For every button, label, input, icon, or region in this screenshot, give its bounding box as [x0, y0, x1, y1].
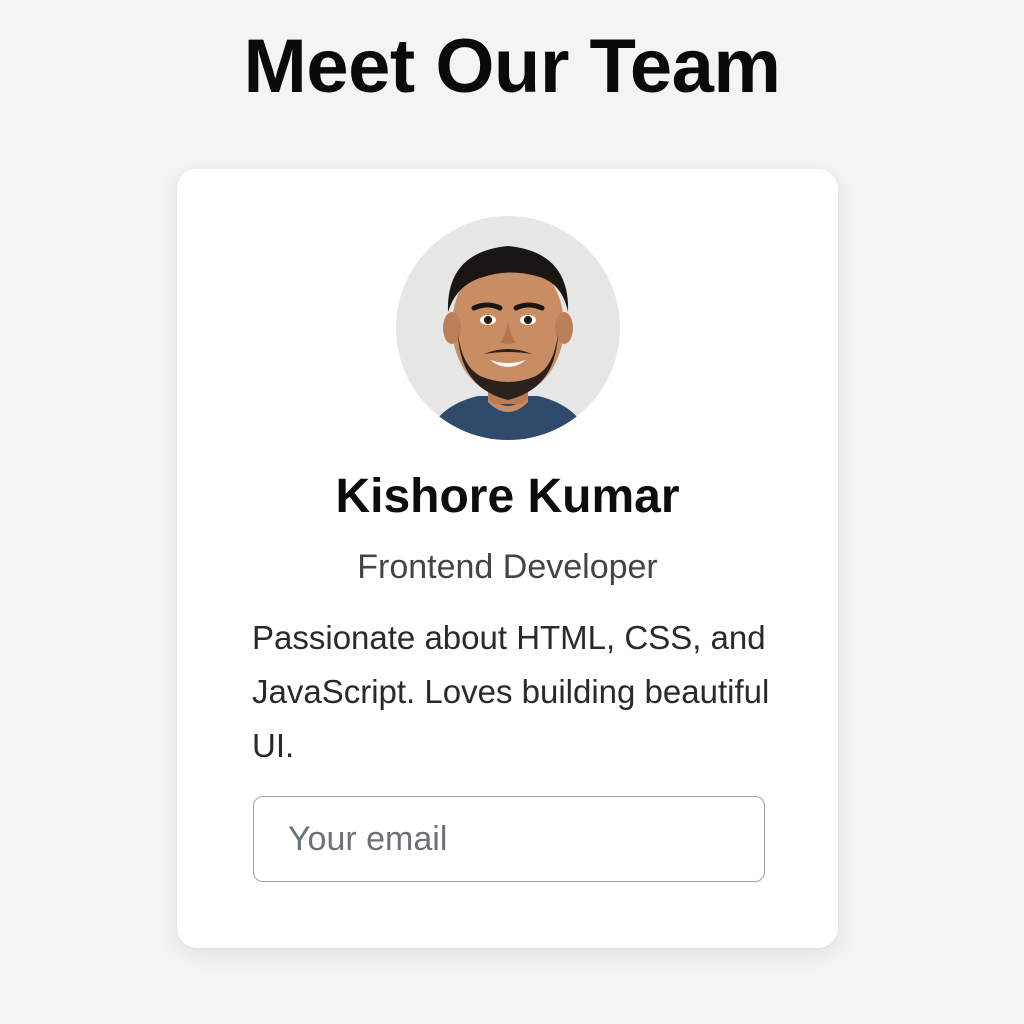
member-role: Frontend Developer [357, 548, 658, 586]
member-bio: Passionate about HTML, CSS, and JavaScri… [252, 619, 770, 764]
page-title: Meet Our Team [243, 24, 781, 109]
email-input[interactable] [253, 796, 765, 882]
avatar [396, 216, 620, 440]
team-page: Meet Our Team Kishore Kumar Frontend Dev… [0, 0, 1024, 1024]
person-portrait-icon [426, 246, 590, 440]
member-name: Kishore Kumar [335, 470, 680, 523]
team-member-card: Kishore Kumar Frontend Developer Passion… [177, 169, 838, 948]
